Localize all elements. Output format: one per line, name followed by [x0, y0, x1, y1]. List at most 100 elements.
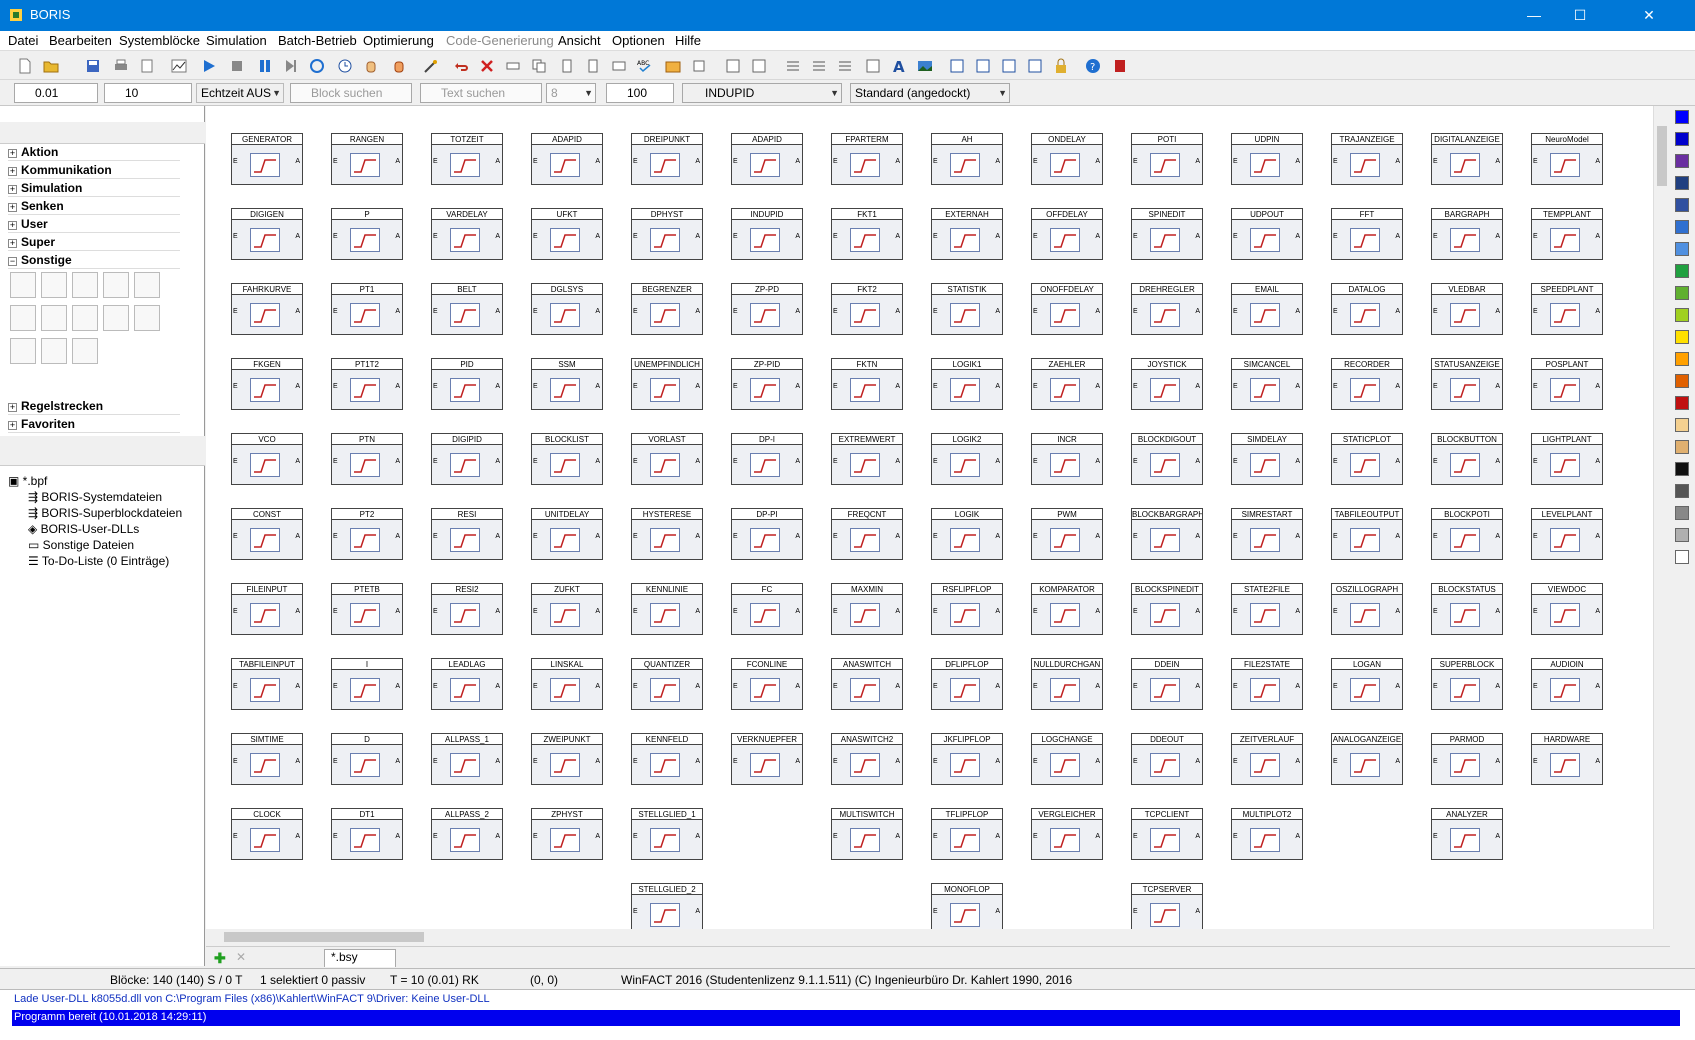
output-port[interactable]: A	[895, 158, 900, 165]
output-port[interactable]: A	[1595, 308, 1600, 315]
block-oszillograph[interactable]: OSZILLOGRAPH E A	[1331, 583, 1403, 635]
block-fconline[interactable]: FCONLINE E A	[731, 658, 803, 710]
input-port[interactable]: E	[233, 458, 238, 465]
hand-icon[interactable]	[360, 55, 382, 77]
input-port[interactable]: E	[833, 158, 838, 165]
tree-item-superblockdateien[interactable]: ⇶ BORIS-Superblockdateien	[28, 506, 182, 520]
block-datalog[interactable]: DATALOG E A	[1331, 283, 1403, 335]
step-icon[interactable]	[280, 55, 302, 77]
block-zp-pid[interactable]: ZP-PID E A	[731, 358, 803, 410]
output-port[interactable]: A	[1495, 683, 1500, 690]
block-dp-pi[interactable]: DP-PI E A	[731, 508, 803, 560]
input-port[interactable]: E	[1333, 758, 1338, 765]
output-port[interactable]: A	[695, 533, 700, 540]
output-port[interactable]: A	[1395, 458, 1400, 465]
output-port[interactable]: A	[1195, 383, 1200, 390]
color-swatch[interactable]	[1675, 330, 1689, 344]
input-port[interactable]: E	[333, 383, 338, 390]
block-digitalanzeige[interactable]: DIGITALANZEIGE E A	[1431, 133, 1503, 185]
input-port[interactable]: E	[1033, 833, 1038, 840]
block-zp-pd[interactable]: ZP-PD E A	[731, 283, 803, 335]
block-lightplant[interactable]: LIGHTPLANT E A	[1531, 433, 1603, 485]
input-port[interactable]: E	[733, 233, 738, 240]
output-port[interactable]: A	[1295, 608, 1300, 615]
input-port[interactable]: E	[1233, 758, 1238, 765]
block-parmod[interactable]: PARMOD E A	[1431, 733, 1503, 785]
add-tab-icon[interactable]: ✚	[214, 950, 226, 967]
output-port[interactable]: A	[1595, 683, 1600, 690]
output-port[interactable]: A	[895, 683, 900, 690]
block-maxmin[interactable]: MAXMIN E A	[831, 583, 903, 635]
input-port[interactable]: E	[1433, 308, 1438, 315]
block-ddeout[interactable]: DDEOUT E A	[1131, 733, 1203, 785]
input-port[interactable]: E	[1333, 683, 1338, 690]
output-port[interactable]: A	[395, 758, 400, 765]
output-port[interactable]: A	[495, 233, 500, 240]
output-port[interactable]: A	[295, 533, 300, 540]
block-generator[interactable]: GENERATOR E A	[231, 133, 303, 185]
palette-block-icon[interactable]	[41, 272, 67, 298]
color-swatch[interactable]	[1675, 528, 1689, 542]
output-port[interactable]: A	[895, 833, 900, 840]
block-d[interactable]: D E A	[331, 733, 403, 785]
category-super[interactable]: + Super	[8, 234, 180, 251]
output-port[interactable]: A	[1495, 608, 1500, 615]
output-port[interactable]: A	[1295, 308, 1300, 315]
undo-icon[interactable]	[450, 55, 472, 77]
block-incr[interactable]: INCR E A	[1031, 433, 1103, 485]
text-search-input[interactable]: Text suchen	[420, 83, 542, 103]
output-port[interactable]: A	[995, 533, 1000, 540]
block-offdelay[interactable]: OFFDELAY E A	[1031, 208, 1103, 260]
output-port[interactable]: A	[395, 233, 400, 240]
output-port[interactable]: A	[695, 383, 700, 390]
end-time-field[interactable]: 10	[104, 83, 192, 103]
block-logan[interactable]: LOGAN E A	[1331, 658, 1403, 710]
block-file2state[interactable]: FILE2STATE E A	[1231, 658, 1303, 710]
block-digigen[interactable]: DIGIGEN E A	[231, 208, 303, 260]
block-freqcnt[interactable]: FREQCNT E A	[831, 508, 903, 560]
block-logik2[interactable]: LOGIK2 E A	[931, 433, 1003, 485]
output-port[interactable]: A	[1295, 533, 1300, 540]
input-port[interactable]: E	[333, 608, 338, 615]
input-port[interactable]: E	[1533, 233, 1538, 240]
block-tflipflop[interactable]: TFLIPFLOP E A	[931, 808, 1003, 860]
input-port[interactable]: E	[1033, 533, 1038, 540]
input-port[interactable]: E	[433, 458, 438, 465]
palette-block-icon[interactable]	[72, 272, 98, 298]
block-rangen[interactable]: RANGEN E A	[331, 133, 403, 185]
block-ssm[interactable]: SSM E A	[531, 358, 603, 410]
input-port[interactable]: E	[433, 758, 438, 765]
output-port[interactable]: A	[1195, 533, 1200, 540]
output-port[interactable]: A	[1295, 233, 1300, 240]
input-port[interactable]: E	[1033, 608, 1038, 615]
input-port[interactable]: E	[1133, 758, 1138, 765]
output-port[interactable]: A	[495, 608, 500, 615]
input-port[interactable]: E	[533, 383, 538, 390]
output-port[interactable]: A	[395, 158, 400, 165]
output-port[interactable]: A	[1295, 833, 1300, 840]
input-port[interactable]: E	[733, 458, 738, 465]
menu-bearbeiten[interactable]: Bearbeiten	[49, 33, 112, 48]
output-port[interactable]: A	[1095, 758, 1100, 765]
output-port[interactable]: A	[1495, 383, 1500, 390]
block-dflipflop[interactable]: DFLIPFLOP E A	[931, 658, 1003, 710]
color-swatch[interactable]	[1675, 154, 1689, 168]
output-port[interactable]: A	[1395, 533, 1400, 540]
output-port[interactable]: A	[995, 233, 1000, 240]
wand-icon[interactable]	[420, 55, 442, 77]
output-port[interactable]: A	[295, 458, 300, 465]
input-port[interactable]: E	[733, 383, 738, 390]
output-port[interactable]: A	[1495, 233, 1500, 240]
input-port[interactable]: E	[1333, 608, 1338, 615]
palette-block-icon[interactable]	[72, 305, 98, 331]
align-icon[interactable]	[556, 55, 578, 77]
input-port[interactable]: E	[233, 383, 238, 390]
realtime-select[interactable]: Echtzeit AUS ▼	[196, 83, 284, 103]
block-fft[interactable]: FFT E A	[1331, 208, 1403, 260]
align2-icon[interactable]	[582, 55, 604, 77]
close-tab-icon[interactable]: ✕	[236, 950, 246, 964]
block-neuromodel[interactable]: NeuroModel E A	[1531, 133, 1603, 185]
input-port[interactable]: E	[233, 533, 238, 540]
input-port[interactable]: E	[333, 758, 338, 765]
output-port[interactable]: A	[695, 158, 700, 165]
